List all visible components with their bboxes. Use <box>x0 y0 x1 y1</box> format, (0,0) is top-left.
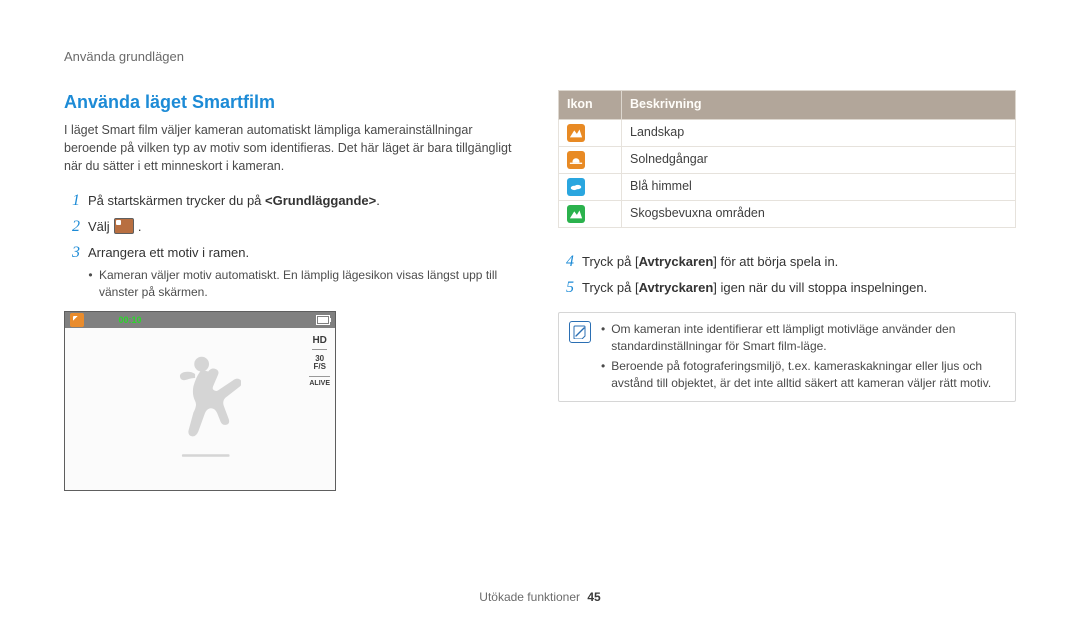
page-footer: Utökade funktioner 45 <box>0 589 1080 606</box>
step-text: På startskärmen trycker du på <box>88 193 265 208</box>
landscape-icon <box>567 124 585 142</box>
two-column-layout: Använda läget Smartfilm I läget Smart fi… <box>64 90 1016 491</box>
page-number: 45 <box>587 590 600 604</box>
step-text: . <box>376 193 380 208</box>
step-text-bold: Avtryckaren <box>639 280 714 295</box>
scene-icon-table: Ikon Beskrivning Landskap <box>558 90 1016 228</box>
camera-viewfinder: 00:10 HD 30F/S ALIVE <box>64 311 336 491</box>
step-text: Tryck på [ <box>582 280 639 295</box>
step-text-bold: <Grundläggande> <box>265 193 376 208</box>
table-row: Landskap <box>559 120 1016 147</box>
step-text: ] igen när du vill stoppa inspelningen. <box>713 280 927 295</box>
steps-list-right: 4 Tryck på [Avtryckaren] för att börja s… <box>558 252 1016 298</box>
note-callout: •Om kameran inte identifierar ett lämpli… <box>558 312 1016 401</box>
step-text-bold: Avtryckaren <box>639 254 714 269</box>
table-cell-label: Blå himmel <box>622 174 1016 201</box>
steps-list-left: 1 På startskärmen trycker du på <Grundlä… <box>64 191 522 301</box>
step-number: 2 <box>64 217 80 237</box>
sunset-icon <box>567 151 585 169</box>
viewfinder-right-icons: HD 30F/S ALIVE <box>309 334 330 389</box>
figure-skater-silhouette <box>159 349 241 464</box>
step-text: Välj <box>88 219 113 234</box>
battery-icon <box>316 315 330 325</box>
table-cell-label: Landskap <box>622 120 1016 147</box>
table-header-desc: Beskrivning <box>622 91 1016 120</box>
step: 2 Välj . <box>64 217 522 237</box>
step: 1 På startskärmen trycker du på <Grundlä… <box>64 191 522 211</box>
step-number: 4 <box>558 252 574 272</box>
note-icon <box>569 321 591 343</box>
rec-timer: 00:10 <box>118 314 141 327</box>
table-cell-label: Solnedgångar <box>622 147 1016 174</box>
step-text: . <box>138 219 142 234</box>
step-subitem: •Kameran väljer motiv automatiskt. En lä… <box>88 267 522 301</box>
table-row: Solnedgångar <box>559 147 1016 174</box>
step: 3 Arrangera ett motiv i ramen. •Kameran … <box>64 243 522 301</box>
step: 4 Tryck på [Avtryckaren] för att börja s… <box>558 252 1016 272</box>
alive-badge: ALIVE <box>309 376 330 389</box>
step-text: Tryck på [ <box>582 254 639 269</box>
step-text: ] för att börja spela in. <box>713 254 838 269</box>
mode-icon <box>70 313 84 327</box>
note-item: •Om kameran inte identifierar ett lämpli… <box>601 321 1005 355</box>
right-column: Ikon Beskrivning Landskap <box>558 90 1016 491</box>
step-number: 5 <box>558 278 574 298</box>
table-row: Skogsbevuxna områden <box>559 201 1016 228</box>
fps-badge: 30F/S <box>313 355 325 371</box>
step-number: 1 <box>64 191 80 211</box>
forest-icon <box>567 205 585 223</box>
viewfinder-top-bar: 00:10 <box>65 312 335 328</box>
smart-mode-icon <box>114 218 134 234</box>
footer-section: Utökade funktioner <box>479 590 580 604</box>
step-text: Arrangera ett motiv i ramen. <box>88 245 249 260</box>
intro-paragraph: I läget Smart film väljer kameran automa… <box>64 122 522 175</box>
step: 5 Tryck på [Avtryckaren] igen när du vil… <box>558 278 1016 298</box>
table-cell-label: Skogsbevuxna områden <box>622 201 1016 228</box>
table-row: Blå himmel <box>559 174 1016 201</box>
table-header-icon: Ikon <box>559 91 622 120</box>
hd-badge: HD <box>312 334 326 350</box>
bluesky-icon <box>567 178 585 196</box>
note-item: •Beroende på fotograferingsmiljö, t.ex. … <box>601 358 1005 392</box>
left-column: Använda läget Smartfilm I läget Smart fi… <box>64 90 522 491</box>
step-number: 3 <box>64 243 80 263</box>
section-title: Använda läget Smartfilm <box>64 90 522 116</box>
breadcrumb: Använda grundlägen <box>64 48 1016 66</box>
